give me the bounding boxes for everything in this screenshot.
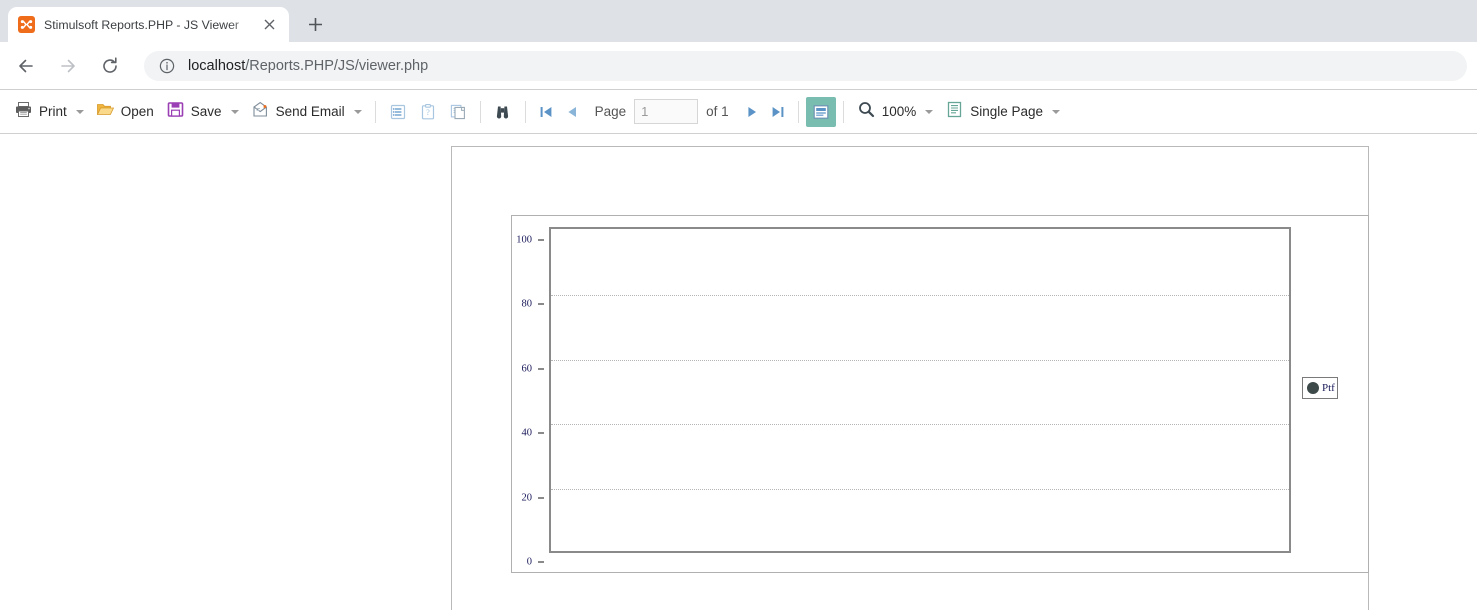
tab-title: Stimulsoft Reports.PHP - JS Viewer	[44, 17, 239, 32]
report-viewer-body: 100 80 60 40 20 0 Ptf	[0, 135, 1477, 610]
printer-icon	[14, 100, 33, 124]
browser-tab[interactable]: Stimulsoft Reports.PHP - JS Viewer	[8, 7, 289, 42]
url-host: localhost	[188, 57, 246, 74]
chart-gridline	[551, 488, 1289, 490]
reload-icon[interactable]	[94, 50, 126, 82]
open-label: Open	[120, 104, 154, 119]
bookmarks-icon[interactable]	[383, 97, 413, 127]
chart-plot-area	[549, 227, 1291, 553]
legend-entry-label: Ptf	[1322, 382, 1335, 394]
chart-y-tick-mark	[538, 239, 544, 241]
chart-y-axis: 100 80 60 40 20 0	[512, 227, 544, 568]
last-page-icon[interactable]	[765, 97, 791, 127]
page-total-label: of 1	[706, 104, 729, 119]
chart-y-tick-label: 20	[521, 492, 533, 504]
folder-open-icon	[96, 100, 115, 124]
chart-y-tick-label: 0	[526, 556, 532, 568]
new-tab-button[interactable]	[301, 10, 329, 38]
chart-legend: Ptf	[1302, 377, 1338, 399]
chart-y-tick-mark	[538, 561, 544, 563]
save-button[interactable]: Save	[160, 97, 245, 127]
print-button[interactable]: Print	[8, 97, 90, 127]
toolbar-divider	[374, 100, 376, 123]
forward-icon[interactable]	[52, 50, 84, 82]
first-page-icon[interactable]	[533, 97, 559, 127]
svg-text:?: ?	[426, 108, 430, 117]
url-text: localhost/Reports.PHP/JS/viewer.php	[188, 58, 428, 74]
binoculars-icon[interactable]	[488, 97, 518, 127]
page-view-icon[interactable]	[805, 96, 836, 127]
info-circle-icon[interactable]	[158, 57, 176, 75]
page-mode-button[interactable]: Single Page	[939, 97, 1066, 127]
chevron-down-icon[interactable]	[1052, 109, 1061, 114]
chart-y-tick-label: 40	[521, 427, 533, 439]
magnifier-icon	[857, 100, 876, 124]
legend-marker-icon	[1307, 382, 1319, 394]
chart-y-tick-mark	[538, 432, 544, 435]
chart-y-tick-mark	[538, 303, 544, 306]
chart-y-tick-label: 80	[521, 298, 533, 310]
report-page: 100 80 60 40 20 0 Ptf	[451, 146, 1369, 610]
chevron-down-icon[interactable]	[230, 109, 239, 114]
chevron-down-icon[interactable]	[925, 109, 934, 114]
resources-icon[interactable]	[443, 97, 473, 127]
send-email-button[interactable]: Send Email	[245, 97, 368, 127]
chart-y-tick-label: 100	[516, 234, 532, 246]
back-icon[interactable]	[10, 50, 42, 82]
page-number-input[interactable]	[634, 99, 699, 124]
chart-gridline	[551, 359, 1289, 361]
page-label: Page	[594, 104, 627, 119]
zoom-button[interactable]: 100%	[851, 97, 940, 127]
floppy-disk-icon	[166, 100, 185, 124]
single-page-icon	[945, 100, 964, 124]
print-label: Print	[39, 104, 67, 119]
save-label: Save	[190, 104, 222, 119]
toolbar-divider	[797, 100, 799, 123]
chevron-down-icon[interactable]	[75, 109, 84, 114]
report-viewer-toolbar: Print Open Save Send Email ? Page 1 of 1…	[0, 90, 1477, 134]
toolbar-divider	[524, 100, 526, 123]
chart-gridline	[551, 424, 1289, 426]
chart-container: 100 80 60 40 20 0 Ptf	[511, 215, 1369, 573]
url-path: /Reports.PHP/JS/viewer.php	[245, 57, 429, 74]
open-button[interactable]: Open	[90, 97, 160, 127]
envelope-document-icon	[251, 100, 270, 124]
page-mode-label: Single Page	[970, 104, 1044, 119]
zoom-label: 100%	[881, 104, 917, 119]
browser-window: Stimulsoft Reports.PHP - JS Viewer local…	[0, 0, 1477, 610]
chart-y-tick-label: 60	[521, 363, 533, 375]
xampp-favicon	[18, 16, 35, 33]
send-email-label: Send Email	[275, 104, 345, 119]
toolbar-divider	[842, 100, 844, 123]
close-icon[interactable]	[259, 15, 279, 35]
address-bar[interactable]: localhost/Reports.PHP/JS/viewer.php	[144, 50, 1467, 81]
chart-y-tick-mark	[538, 367, 544, 370]
tab-strip: Stimulsoft Reports.PHP - JS Viewer	[0, 0, 1477, 42]
parameters-icon[interactable]: ?	[413, 97, 443, 127]
chart-gridline	[551, 295, 1289, 297]
chevron-down-icon[interactable]	[353, 109, 362, 114]
browser-nav-toolbar: localhost/Reports.PHP/JS/viewer.php	[0, 42, 1477, 90]
previous-page-icon[interactable]	[559, 97, 585, 127]
next-page-icon[interactable]	[739, 97, 765, 127]
chart-y-tick-mark	[538, 496, 544, 499]
toolbar-divider	[479, 100, 481, 123]
